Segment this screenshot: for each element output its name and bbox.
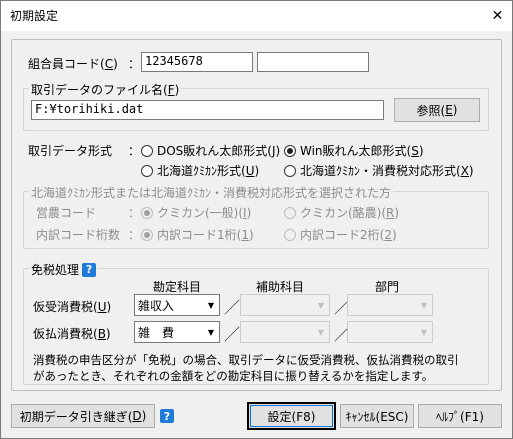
union-code-label: 組合員コード(C) [28, 57, 118, 71]
radio-circle-selected [141, 206, 153, 219]
digits-colon: ： [128, 228, 141, 242]
union-code-colon: ： [128, 57, 141, 71]
chevron-down-icon: ▼ [420, 327, 428, 337]
chevron-down-icon: ▼ [317, 327, 325, 337]
radio-dos-format[interactable]: DOS販れん太郎形式(J) [141, 142, 280, 159]
file-group-legend: 取引データのファイル名(F) [29, 81, 182, 98]
help-icon[interactable]: ? [160, 409, 174, 423]
chevron-down-icon: ▼ [317, 300, 325, 310]
radio-circle [284, 206, 296, 219]
radio-hokkaido-format[interactable]: 北海道ｸﾐｶﾝ形式(U) [141, 162, 259, 179]
farm-code-colon: ： [128, 206, 141, 220]
tax-received-dept-select[interactable]: ▼ [347, 294, 433, 316]
separator: ／ [224, 298, 241, 317]
chevron-down-icon: ▼ [207, 327, 215, 337]
col-dept-header: 部門 [375, 280, 400, 294]
union-code-input-2[interactable] [257, 52, 369, 72]
radio-hokkaido-tax-format[interactable]: 北海道ｸﾐｶﾝ・消費税対応形式(X) [284, 162, 474, 179]
tax-paid-account-select[interactable]: 雑 費 ▼ [134, 321, 220, 343]
title-bar [1, 1, 512, 31]
tax-received-account-select[interactable]: 雑収入 ▼ [134, 294, 220, 316]
browse-button[interactable]: 参照(E) [394, 98, 480, 122]
digits-label: 内訳コード桁数 [36, 228, 121, 242]
tax-paid-label: 仮払消費税(B) [33, 327, 111, 341]
radio-kumikan-general[interactable]: クミカン(一般)(I) [141, 204, 251, 221]
radio-circle-selected [141, 228, 153, 241]
tax-note-line-1: 消費税の申告区分が「免税」の場合、取引データに仮受消費税、仮払消費税の取引 [33, 353, 459, 367]
union-code-input[interactable]: 12345678 [141, 52, 253, 72]
close-icon: ✕ [491, 7, 504, 24]
format-label: 取引データ形式 [28, 144, 113, 158]
hokkaido-group-legend: 北海道ｸﾐｶﾝ形式または北海道ｸﾐｶﾝ・消費税対応形式を選択された方 [29, 184, 394, 201]
help-button[interactable]: ﾍﾙﾌﾟ(F1) [418, 404, 502, 428]
chevron-down-icon: ▼ [420, 300, 428, 310]
ok-button[interactable]: 設定(F8) [247, 402, 336, 430]
tax-paid-dept-select[interactable]: ▼ [347, 321, 433, 343]
chevron-down-icon: ▼ [207, 300, 215, 310]
tax-received-label: 仮受消費税(U) [33, 300, 112, 314]
cancel-button[interactable]: ｷｬﾝｾﾙ(ESC) [340, 404, 414, 428]
radio-digits-2[interactable]: 内訳コード2桁(2) [284, 226, 397, 243]
col-account-header: 勘定科目 [153, 280, 202, 294]
radio-circle [284, 164, 296, 177]
radio-circle [284, 228, 296, 241]
radio-digits-1[interactable]: 内訳コード1桁(1) [141, 226, 254, 243]
carry-over-button[interactable]: 初期データ引き継ぎ(D) [11, 404, 155, 428]
col-sub-header: 補助科目 [256, 280, 305, 294]
tax-group-legend: 免税処理 ? [29, 261, 99, 278]
radio-kumikan-dairy[interactable]: クミカン(酪農)(R) [284, 204, 399, 221]
help-icon[interactable]: ? [82, 262, 97, 277]
farm-code-label: 営農コード [36, 206, 97, 220]
window-title: 初期設定 [10, 9, 59, 23]
tax-paid-sub-select[interactable]: ▼ [240, 321, 330, 343]
radio-win-format[interactable]: Win販れん太郎形式(S) [284, 142, 424, 159]
format-colon: ： [128, 144, 141, 158]
radio-circle [141, 164, 153, 177]
file-path-input[interactable]: F:¥torihiki.dat [31, 100, 384, 120]
tax-received-sub-select[interactable]: ▼ [240, 294, 330, 316]
radio-circle [141, 144, 153, 157]
separator: ／ [224, 325, 241, 344]
close-button[interactable]: ✕ [483, 1, 512, 30]
tax-note-line-2: があったとき、それぞれの金額をどの勘定科目に振り替えるかを指定します。 [33, 369, 434, 383]
radio-circle-selected [284, 144, 296, 157]
